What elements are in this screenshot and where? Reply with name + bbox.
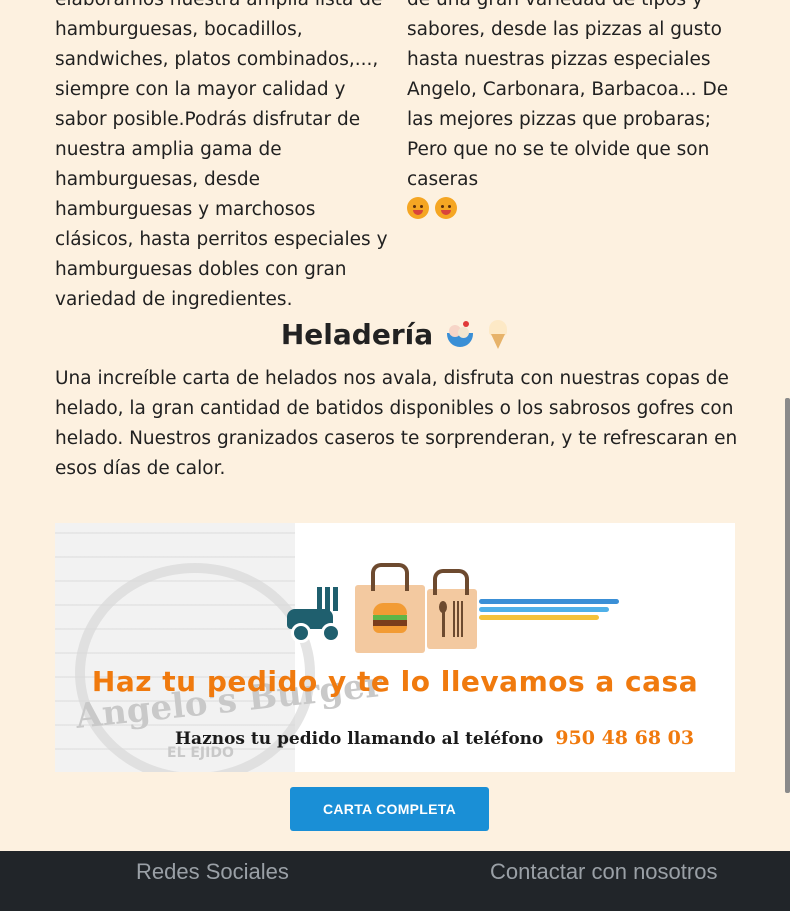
- ice-cream-bowl-icon: [445, 320, 475, 349]
- footer-social-heading: Redes Sociales: [136, 859, 289, 884]
- utensils-icon: [437, 601, 467, 641]
- footer-contact-heading: Contactar con nosotros: [490, 859, 718, 884]
- banner-phone-line: Haznos tu pedido llamando al teléfono 95…: [175, 727, 694, 749]
- banner-title: Haz tu pedido y te lo llevamos a casa: [91, 665, 699, 698]
- delivery-banner: Angelo's Burger EL EJIDO Haz tu pedido y…: [55, 523, 735, 772]
- heladeria-title: Heladería: [280, 318, 434, 351]
- delivery-truck-icon: [287, 583, 347, 643]
- bag-handle: [371, 563, 409, 591]
- full-menu-button[interactable]: CARTA COMPLETA: [290, 787, 489, 831]
- phone-number[interactable]: 950 48 68 03: [555, 727, 694, 749]
- soft-serve-icon: [487, 319, 509, 350]
- burger-icon: [373, 603, 407, 633]
- speed-stripes: [479, 599, 619, 629]
- bag-handle: [433, 569, 469, 595]
- pizza-description-text: de una gran variedad de tipos y sabores,…: [407, 0, 729, 190]
- yum-face-icon: [435, 197, 457, 219]
- phone-label: Haznos tu pedido llamando al teléfono: [175, 729, 544, 749]
- scrollbar[interactable]: [785, 398, 790, 793]
- emoji-row: [407, 197, 742, 219]
- heladeria-description: Una increíble carta de helados nos avala…: [55, 368, 738, 479]
- burger-description-text: elaboramos nuestra amplia lista de hambu…: [55, 0, 388, 310]
- burger-description: elaboramos nuestra amplia lista de hambu…: [55, 0, 390, 315]
- heladeria-heading: Heladería: [0, 318, 790, 351]
- footer: Redes Sociales Contactar con nosotros: [0, 851, 790, 911]
- tongue-face-icon: [407, 197, 429, 219]
- pizza-description: de una gran variedad de tipos y sabores,…: [407, 0, 742, 219]
